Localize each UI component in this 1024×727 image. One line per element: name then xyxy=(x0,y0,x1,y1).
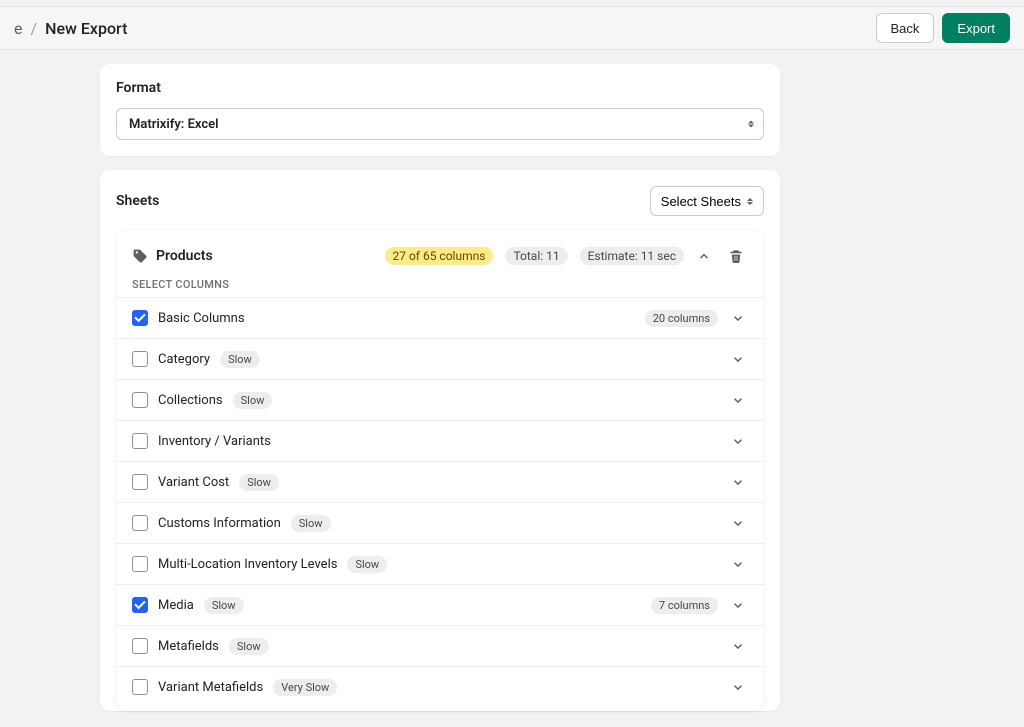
chevron-down-icon[interactable] xyxy=(728,308,748,328)
chevron-down-icon[interactable] xyxy=(728,554,748,574)
column-group-label: Basic Columns xyxy=(158,311,245,326)
tag-icon xyxy=(132,248,148,264)
breadcrumb-prev-fragment: e xyxy=(14,19,22,38)
column-group-row: Variant Cost Slow xyxy=(116,461,764,502)
column-group-checkbox[interactable] xyxy=(132,351,148,367)
sheets-card: Sheets Select Sheets Products 27 of 65 c… xyxy=(100,170,780,711)
select-sheets-label: Select Sheets xyxy=(661,194,741,209)
chevron-down-icon[interactable] xyxy=(728,513,748,533)
speed-badge: Slow xyxy=(220,351,260,368)
row-right: 7 columns xyxy=(651,595,748,615)
column-group-label: Variant Cost xyxy=(158,475,229,490)
format-select[interactable]: Matrixify: Excel xyxy=(116,108,764,140)
column-group-checkbox[interactable] xyxy=(132,679,148,695)
row-right: 20 columns xyxy=(645,308,748,328)
chevron-down-icon[interactable] xyxy=(728,390,748,410)
format-card-title: Format xyxy=(116,80,764,96)
page-title: New Export xyxy=(45,19,127,38)
column-count-badge: 20 columns xyxy=(645,310,718,327)
total-badge: Total: 11 xyxy=(505,247,567,265)
breadcrumb-separator: / xyxy=(30,19,37,38)
column-group-row: Collections Slow xyxy=(116,379,764,420)
row-right xyxy=(728,472,748,492)
column-group-checkbox[interactable] xyxy=(132,310,148,326)
products-sheet-header: Products 27 of 65 columns Total: 11 Esti… xyxy=(116,230,764,278)
column-group-row: Media Slow 7 columns xyxy=(116,584,764,625)
export-button[interactable]: Export xyxy=(942,13,1010,43)
chevron-down-icon[interactable] xyxy=(728,636,748,656)
chevron-down-icon[interactable] xyxy=(728,349,748,369)
speed-badge: Slow xyxy=(239,474,279,491)
page-content: Format Matrixify: Excel Sheets Select Sh… xyxy=(100,64,780,711)
column-group-label: Collections xyxy=(158,393,223,408)
estimate-badge: Estimate: 11 sec xyxy=(580,247,684,265)
column-group-checkbox[interactable] xyxy=(132,597,148,613)
row-right xyxy=(728,636,748,656)
chevron-down-icon[interactable] xyxy=(728,677,748,697)
column-group-label: Multi-Location Inventory Levels xyxy=(158,557,337,572)
products-sheet-title: Products xyxy=(156,248,213,264)
speed-badge: Slow xyxy=(291,515,331,532)
column-group-label: Customs Information xyxy=(158,516,281,531)
breadcrumb: e / New Export xyxy=(14,19,127,38)
chevron-down-icon[interactable] xyxy=(728,431,748,451)
row-right xyxy=(728,677,748,697)
speed-badge: Slow xyxy=(233,392,273,409)
row-right xyxy=(728,349,748,369)
select-columns-heading: Select Columns xyxy=(116,278,764,297)
column-group-label: Variant Metafields xyxy=(158,680,263,695)
sheets-card-title: Sheets xyxy=(116,193,159,209)
column-group-row: Basic Columns 20 columns xyxy=(116,297,764,338)
chevron-down-icon[interactable] xyxy=(728,472,748,492)
speed-badge: Slow xyxy=(229,638,269,655)
column-group-label: Media xyxy=(158,598,194,613)
column-group-label: Metafields xyxy=(158,639,219,654)
column-group-row: Metafields Slow xyxy=(116,625,764,666)
updown-icon xyxy=(747,198,753,205)
chevron-down-icon[interactable] xyxy=(728,595,748,615)
column-group-row: Inventory / Variants xyxy=(116,420,764,461)
column-group-row: Multi-Location Inventory Levels Slow xyxy=(116,543,764,584)
row-right xyxy=(728,431,748,451)
row-right xyxy=(728,390,748,410)
column-group-row: Variant Metafields Very Slow xyxy=(116,666,764,707)
speed-badge: Slow xyxy=(204,597,244,614)
top-bar-actions: Back Export xyxy=(876,13,1010,43)
column-group-checkbox[interactable] xyxy=(132,638,148,654)
back-button[interactable]: Back xyxy=(876,13,935,43)
column-group-label: Category xyxy=(158,352,210,367)
select-sheets-button[interactable]: Select Sheets xyxy=(650,186,764,216)
speed-badge: Very Slow xyxy=(273,679,337,696)
column-count-badge: 7 columns xyxy=(651,597,718,614)
column-group-row: Customs Information Slow xyxy=(116,502,764,543)
speed-badge: Slow xyxy=(347,556,387,573)
column-group-checkbox[interactable] xyxy=(132,556,148,572)
row-right xyxy=(728,554,748,574)
row-right xyxy=(728,513,748,533)
format-card: Format Matrixify: Excel xyxy=(100,64,780,156)
trash-icon[interactable] xyxy=(724,244,748,268)
column-group-checkbox[interactable] xyxy=(132,433,148,449)
collapse-icon[interactable] xyxy=(692,244,716,268)
column-group-checkbox[interactable] xyxy=(132,515,148,531)
column-group-row: Category Slow xyxy=(116,338,764,379)
columns-count-badge: 27 of 65 columns xyxy=(385,247,494,265)
column-group-checkbox[interactable] xyxy=(132,392,148,408)
format-select-value: Matrixify: Excel xyxy=(116,108,764,140)
column-group-checkbox[interactable] xyxy=(132,474,148,490)
products-sheet: Products 27 of 65 columns Total: 11 Esti… xyxy=(116,230,764,711)
column-group-label: Inventory / Variants xyxy=(158,434,271,449)
top-bar: e / New Export Back Export xyxy=(0,6,1024,50)
updown-icon xyxy=(748,121,754,128)
